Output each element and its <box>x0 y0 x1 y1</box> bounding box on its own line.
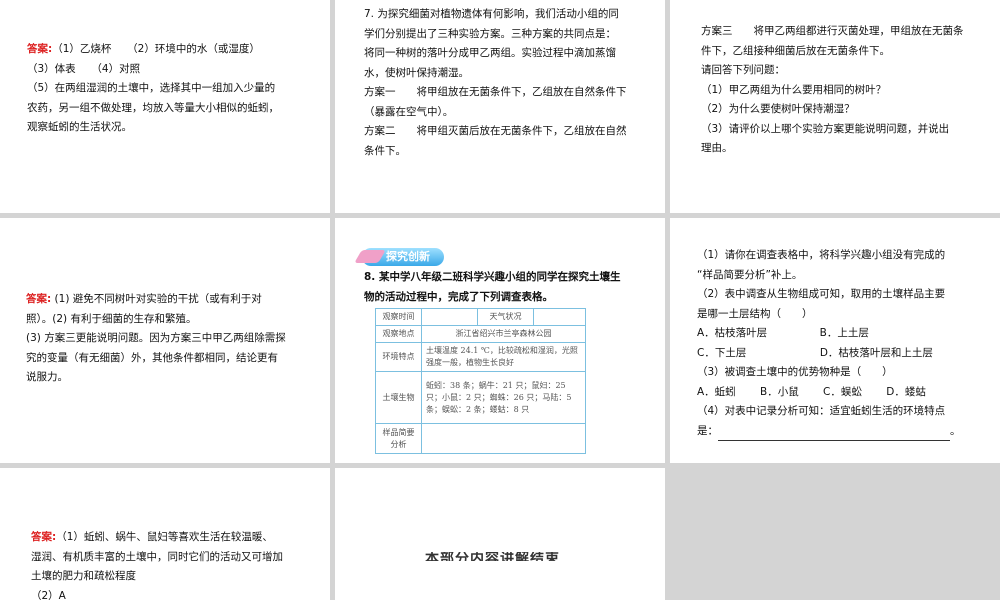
text-line: (3) 方案三更能说明问题。因为方案三中甲乙两组除需探 <box>26 332 286 344</box>
text-line: 8. 某中学八年级二班科学兴趣小组的同学在探究土壤生 <box>364 271 621 283</box>
text-line: 是： <box>697 424 718 437</box>
text-line: （1）乙烧杯 （2）环境中的水（或湿度） <box>52 43 260 55</box>
text-line: （1）甲乙两组为什么要用相同的树叶？ <box>701 83 887 96</box>
answer-label: 答案: <box>31 531 57 543</box>
table-cell: 土壤温度 24.1 ℃，比较疏松和湿润，光照强度一般，植物生长良好 <box>421 342 586 372</box>
slide-text: 答案: (1) 避免不同树叶对实验的干扰（或有利于对 照）。(2) 有利于细菌的… <box>26 290 286 388</box>
text-line: 方案二 将甲组灭菌后放在无菌条件下，乙组放在自然 <box>364 125 627 137</box>
text-line: 将同一种树的落叶分成甲乙两组。实验过程中滴加蒸馏 <box>364 47 616 59</box>
slide-thumbnail-7[interactable]: 答案:（1）蚯蚓、蜗牛、鼠妇等喜欢生活在较温暖、 湿润、有机质丰富的土壤中，同时… <box>0 468 330 600</box>
slide-thumbnail-4[interactable]: 答案: (1) 避免不同树叶对实验的干扰（或有利于对 照）。(2) 有利于细菌的… <box>0 218 330 463</box>
text-line: 湿润、有机质丰富的土壤中，同时它们的活动又可增加 <box>31 550 283 563</box>
text-line: （2）表中调查从生物组成可知，取用的土壤样品主要 <box>697 288 946 300</box>
text-line: 究的变量（有无细菌）外，其他条件都相同，结论更有 <box>26 351 278 364</box>
text-line: 理由。 <box>701 142 733 154</box>
table-cell: 观察时间 <box>375 308 422 326</box>
text-line: （3）体表 （4）对照 <box>27 62 141 75</box>
text-line: “样品简要分析”补上。 <box>697 268 803 281</box>
table-cell: 样品简要分析 <box>375 423 422 454</box>
survey-table: 观察时间 天气状况 观察地点 浙江省绍兴市兰亭森林公园 环境特点 土壤温度 24.1 … <box>375 308 586 454</box>
text-line: （4）对表中记录分析可知：适宜蚯蚓生活的环境特点 <box>697 405 946 417</box>
text-line: （3）被调查土壤中的优势物种是（ ） <box>697 366 893 378</box>
text-line: 说服力。 <box>26 371 68 383</box>
slide-thumbnail-6[interactable]: （1）请你在调查表格中，将科学兴趣小组没有完成的 “样品简要分析”补上。 （2）… <box>670 218 1000 463</box>
text-line: 观察蚯蚓的生活状况。 <box>27 121 132 133</box>
slide-text: （1）请你在调查表格中，将科学兴趣小组没有完成的 “样品简要分析”补上。 （2）… <box>697 246 961 441</box>
slide-thumbnail-1[interactable]: 答案:（1）乙烧杯 （2）环境中的水（或湿度） （3）体表 （4）对照 （5）在… <box>0 0 330 213</box>
section-badge: 探究创新 <box>354 248 444 266</box>
text-line: （暴露在空气中）。 <box>364 105 454 118</box>
text-line: 学们分别提出了三种实验方案。三种方案的共同点是： <box>364 27 616 40</box>
text-line: A．枯枝落叶层 B．上土层 <box>697 327 869 339</box>
text-line: 土壤的肥力和疏松程度 <box>31 570 136 582</box>
table-cell: 浙江省绍兴市兰亭森林公园 <box>421 325 586 343</box>
text-line: (1) 避免不同树叶对实验的干扰（或有利于对 <box>54 293 262 305</box>
slide-text: 方案三 将甲乙两组都进行灭菌处理，甲组放在无菌条 件下，乙组接种细菌后放在无菌条… <box>701 22 964 159</box>
slide-text: 答案:（1）蚯蚓、蜗牛、鼠妇等喜欢生活在较温暖、 湿润、有机质丰富的土壤中，同时… <box>31 528 283 600</box>
table-cell <box>421 423 586 454</box>
text-line: （1）请你在调查表格中，将科学兴趣小组没有完成的 <box>697 249 946 261</box>
table-cell: 天气状况 <box>477 308 534 326</box>
table-cell <box>421 308 478 326</box>
text-line: 件下，乙组接种细菌后放在无菌条件下。 <box>701 44 890 57</box>
text-line: 是哪一土层结构（ ） <box>697 307 813 320</box>
text-line: 水，使树叶保持潮湿。 <box>364 66 469 79</box>
text-line: 物的活动过程中，完成了下列调查表格。 <box>364 290 553 303</box>
text-line: C．下土层 D．枯枝落叶层和上土层 <box>697 346 933 359</box>
answer-label: 答案: <box>26 293 52 305</box>
text-line: 农药，另一组不做处理，均放入等量大小相似的蚯蚓， <box>27 101 279 114</box>
slide-text: 7. 为探究细菌对植物遗体有何影响，我们活动小组的同 学们分别提出了三种实验方案… <box>364 5 627 161</box>
text-line: 方案三 将甲乙两组都进行灭菌处理，甲组放在无菌条 <box>701 25 964 37</box>
table-cell: 土壤生物 <box>375 371 422 424</box>
text-line: 。 <box>950 424 961 437</box>
slide-thumbnail-8[interactable]: 本部分内容讲解结束 <box>335 468 665 600</box>
table-cell: 环境特点 <box>375 342 422 372</box>
text-line: （3）请评价以上哪个实验方案更能说明问题，并说出 <box>701 122 950 135</box>
slide-text: 答案:（1）乙烧杯 （2）环境中的水（或湿度） （3）体表 （4）对照 （5）在… <box>27 40 279 138</box>
table-cell <box>533 308 586 326</box>
text-line: （5）在两组湿润的土壤中，选择其中一组加入少量的 <box>27 82 276 94</box>
text-line: （2）A <box>31 589 66 600</box>
text-line: （2）为什么要使树叶保持潮湿？ <box>701 103 855 115</box>
text-line: 条件下。 <box>364 144 406 157</box>
text-line: （1）蚯蚓、蜗牛、鼠妇等喜欢生活在较温暖、 <box>56 531 273 543</box>
text-line: A．蚯蚓 B．小鼠 C．蜈蚣 D．蝼蛄 <box>697 385 926 398</box>
slide-thumbnail-2[interactable]: 7. 为探究细菌对植物遗体有何影响，我们活动小组的同 学们分别提出了三种实验方案… <box>335 0 665 213</box>
pencil-icon <box>354 250 386 263</box>
slide-thumbnail-3[interactable]: 方案三 将甲乙两组都进行灭菌处理，甲组放在无菌条 件下，乙组接种细菌后放在无菌条… <box>670 0 1000 213</box>
text-line: 方案一 将甲组放在无菌条件下，乙组放在自然条件下 <box>364 86 627 98</box>
slide-text: 8. 某中学八年级二班科学兴趣小组的同学在探究土壤生 物的活动过程中，完成了下列… <box>364 268 620 307</box>
table-cell: 观察地点 <box>375 325 422 343</box>
text-line: 照）。(2) 有利于细菌的生存和繁殖。 <box>26 312 197 325</box>
answer-label: 答案: <box>27 43 53 55</box>
answer-blank <box>718 430 950 441</box>
table-cell: 蚯蚓：38 条；蜗牛：21 只；鼠妇：25 只；小鼠：2 只；蜘蛛：26 只；马… <box>421 371 586 424</box>
text-line: 请回答下列问题： <box>701 64 785 76</box>
text-line: 7. 为探究细菌对植物遗体有何影响，我们活动小组的同 <box>364 8 619 20</box>
badge-label: 探究创新 <box>386 250 430 263</box>
end-title: 本部分内容讲解结束 <box>425 552 560 561</box>
